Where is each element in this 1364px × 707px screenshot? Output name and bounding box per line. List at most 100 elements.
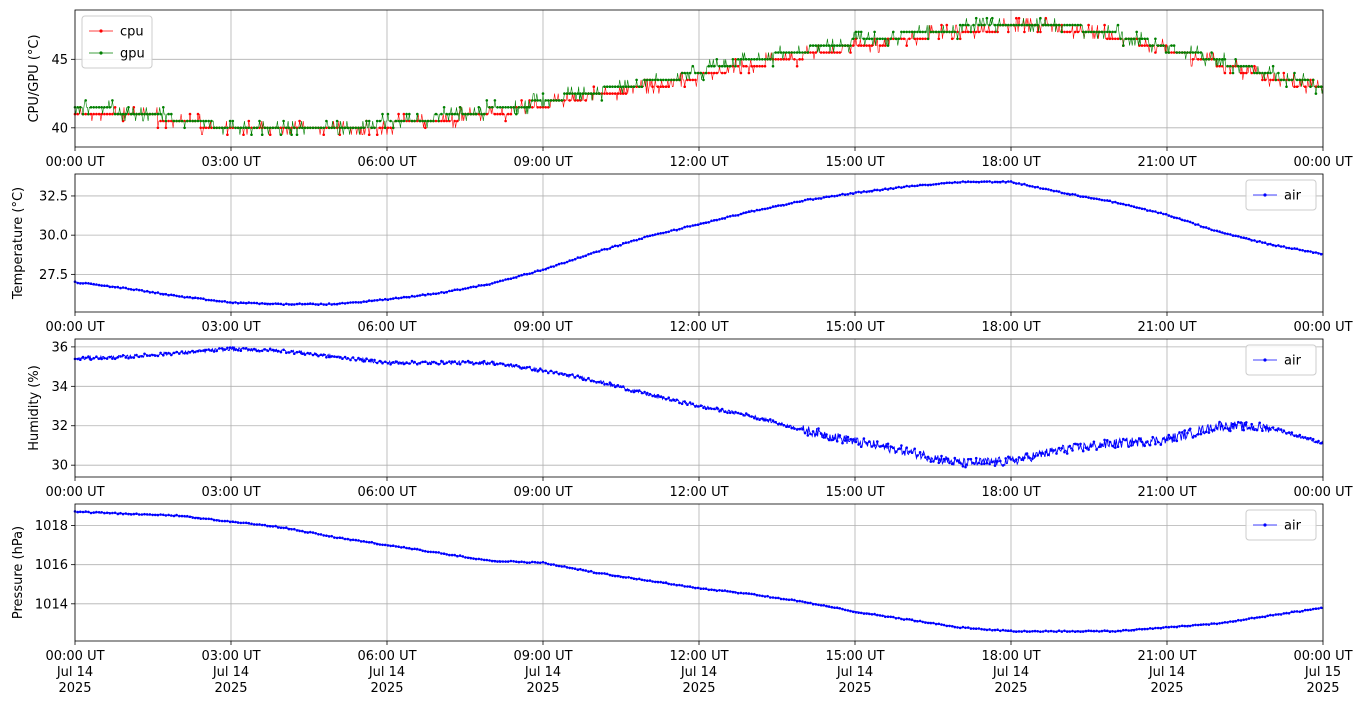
data-point	[330, 303, 334, 306]
data-point	[386, 112, 390, 116]
data-point	[1162, 44, 1165, 47]
data-point	[252, 126, 256, 130]
data-point	[167, 119, 170, 123]
data-point	[501, 560, 505, 563]
data-point	[426, 550, 430, 554]
data-point	[1178, 431, 1181, 434]
x-tick-day-label: Jul 14	[680, 665, 717, 680]
data-point	[1295, 78, 1299, 82]
data-point	[1218, 58, 1221, 61]
data-point	[704, 221, 708, 224]
data-point	[196, 516, 200, 520]
x-tick-year-label: 2025	[838, 681, 871, 696]
data-point	[1282, 245, 1286, 248]
data-point	[966, 30, 970, 34]
data-point	[319, 302, 323, 306]
data-point	[381, 126, 384, 130]
data-point	[576, 568, 580, 571]
data-point	[533, 270, 537, 273]
data-point	[769, 58, 772, 61]
data-point	[531, 99, 534, 102]
data-point	[132, 288, 136, 292]
data-point	[710, 64, 713, 68]
data-point	[188, 112, 192, 116]
data-point	[137, 513, 141, 516]
data-point	[1175, 439, 1179, 443]
data-point	[1250, 422, 1253, 426]
data-point	[736, 591, 740, 595]
data-point	[159, 112, 162, 116]
legend: air	[1245, 344, 1317, 376]
x-tick-label: 12:00 UT	[669, 320, 728, 335]
data-point	[932, 183, 935, 186]
data-point	[731, 214, 735, 217]
data-point	[1237, 64, 1240, 68]
data-point	[183, 514, 186, 518]
data-point	[769, 418, 772, 421]
data-point	[127, 287, 130, 291]
data-point	[143, 512, 146, 516]
data-point	[255, 349, 259, 353]
data-point	[314, 532, 318, 535]
data-point	[1159, 627, 1163, 630]
data-point	[1266, 71, 1269, 75]
data-point	[202, 297, 205, 301]
data-point	[528, 106, 531, 109]
data-point	[434, 361, 438, 365]
data-point	[1253, 428, 1256, 432]
data-point	[247, 348, 251, 351]
data-point	[228, 301, 232, 304]
data-point	[742, 413, 745, 417]
data-point	[555, 370, 558, 374]
data-point	[825, 51, 828, 54]
data-point	[1242, 428, 1245, 432]
data-point	[124, 112, 128, 116]
data-point	[482, 284, 486, 287]
data-point	[803, 600, 807, 604]
data-point	[1076, 194, 1080, 197]
data-point	[753, 58, 756, 61]
x-tick-year-label: 2025	[370, 681, 403, 696]
data-point	[600, 99, 604, 102]
data-point	[1229, 71, 1232, 75]
data-point	[769, 596, 772, 599]
data-point	[565, 374, 569, 377]
data-point	[1089, 445, 1093, 448]
data-point	[712, 588, 716, 592]
data-point	[1253, 239, 1256, 242]
data-point	[948, 461, 951, 465]
data-point	[1269, 242, 1272, 246]
data-point	[694, 405, 697, 408]
data-point	[469, 361, 473, 364]
data-point	[520, 273, 523, 277]
data-point	[1218, 230, 1221, 233]
data-point	[846, 44, 850, 47]
data-point	[1170, 44, 1173, 47]
data-point	[766, 419, 769, 422]
data-point	[763, 58, 767, 61]
data-point	[1135, 206, 1138, 209]
data-point	[333, 536, 336, 539]
x-tick-label: 06:00 UT	[357, 155, 416, 170]
data-point	[702, 587, 705, 590]
data-point	[89, 106, 93, 109]
data-point	[672, 583, 676, 586]
data-point	[95, 283, 98, 286]
data-point	[311, 126, 315, 130]
data-point	[178, 295, 181, 298]
data-point	[509, 363, 513, 366]
data-point	[999, 459, 1002, 463]
data-point	[1311, 78, 1315, 82]
data-point	[343, 537, 347, 541]
data-point	[89, 511, 93, 515]
data-point	[448, 289, 451, 293]
data-point	[557, 372, 561, 376]
data-point	[87, 282, 90, 285]
data-point	[167, 293, 170, 297]
data-point	[640, 85, 644, 88]
data-point	[1226, 427, 1229, 430]
data-point	[531, 560, 534, 564]
data-point	[587, 376, 590, 380]
data-point	[309, 530, 312, 534]
data-point	[761, 594, 764, 598]
